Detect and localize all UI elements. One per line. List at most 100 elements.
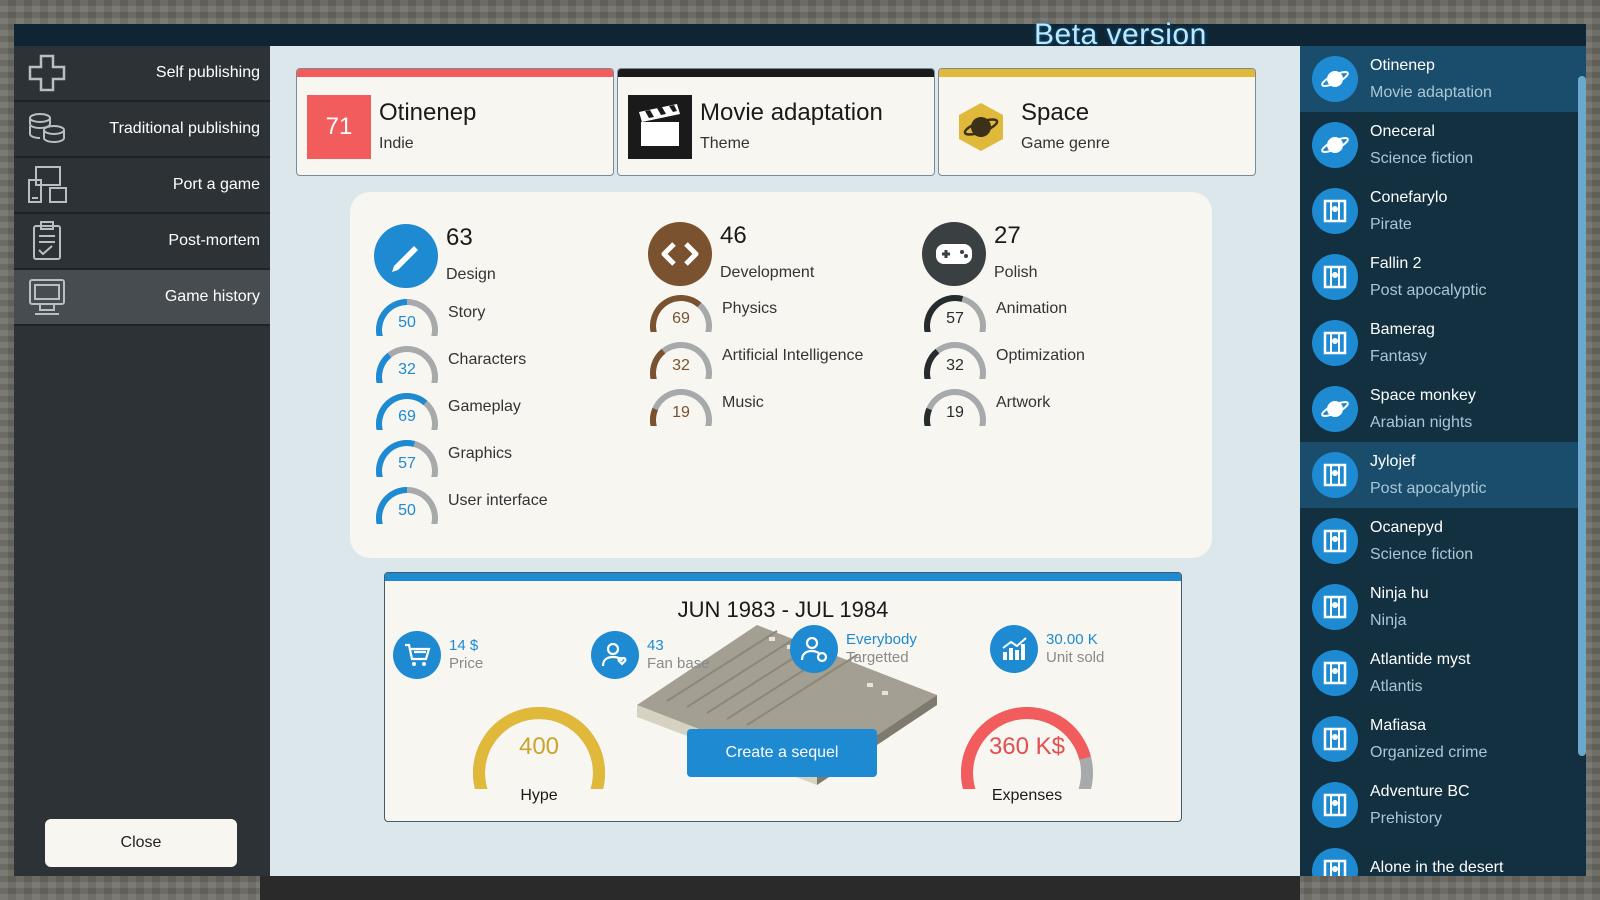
game-name: Space monkey <box>1370 386 1476 404</box>
coins-icon <box>26 108 68 150</box>
polish-value: 27 <box>994 222 1021 249</box>
computer-icon <box>26 276 68 318</box>
skill-label: Artwork <box>996 394 1051 411</box>
game-name: Oneceral <box>1370 122 1435 140</box>
skill-label: Animation <box>996 300 1068 317</box>
close-button[interactable]: Close <box>45 819 237 867</box>
game-list-item[interactable]: Fallin 2 Post apocalyptic <box>1300 244 1586 310</box>
skill-label: Music <box>722 394 764 411</box>
create-sequel-button[interactable]: Create a sequel <box>687 729 877 777</box>
game-name: Atlantide myst <box>1370 650 1471 668</box>
game-list-text: Bamerag Fantasy <box>1370 320 1435 367</box>
game-list-item[interactable]: Mafiasa Organized crime <box>1300 706 1586 772</box>
game-genre: Movie adaptation <box>1370 83 1492 101</box>
game-list-item[interactable]: Jylojef Post apocalyptic <box>1300 442 1586 508</box>
game-list-text: Oneceral Science fiction <box>1370 122 1473 169</box>
game-name: Jylojef <box>1370 452 1416 470</box>
summary-accent-bar <box>385 573 1181 581</box>
game-list-item[interactable]: Otinenep Movie adaptation <box>1300 46 1586 112</box>
map-icon <box>1312 650 1358 696</box>
game-list-text: Ninja hu Ninja <box>1370 584 1429 631</box>
game-genre: Atlantis <box>1370 677 1423 695</box>
sidebar-item-label: Game history <box>164 288 260 305</box>
game-genre: Post apocalyptic <box>1370 281 1487 299</box>
skill-label: Graphics <box>448 445 513 462</box>
score-value: 71 <box>325 113 353 140</box>
sidebar: Self publishing Traditional publishing P… <box>14 46 270 876</box>
score-badge: 71 <box>307 95 371 159</box>
skill-value: 50 <box>398 502 416 519</box>
game-list-text: Ocanepyd Science fiction <box>1370 518 1473 565</box>
game-name: Otinenep <box>1370 56 1435 74</box>
chart-up-icon <box>990 625 1038 673</box>
fan-base-label: Fan base <box>647 655 710 672</box>
map-icon <box>1312 782 1358 828</box>
game-name: Adventure BC <box>1370 782 1470 800</box>
game-list-item[interactable]: Ninja hu Ninja <box>1300 574 1586 640</box>
game-name: Bamerag <box>1370 320 1435 338</box>
map-icon <box>1312 518 1358 564</box>
game-genre: Science fiction <box>1370 545 1474 563</box>
expenses-label: Expenses <box>991 787 1063 804</box>
game-list-text: Otinenep Movie adaptation <box>1370 56 1492 103</box>
units-sold-value: 30.00 K <box>1046 631 1098 648</box>
card-accent-bar <box>297 69 613 77</box>
skill-value: 32 <box>672 357 690 374</box>
development-label: Development <box>720 264 815 281</box>
skill-value: 32 <box>398 361 416 378</box>
target-audience-value: Everybody <box>846 631 917 648</box>
units-sold-label: Unit sold <box>1046 649 1105 666</box>
polish-label: Polish <box>994 264 1038 281</box>
sales-summary: JUN 1983 - JUL 1984 14 $ Price 43 Fan ba… <box>384 572 1182 822</box>
price-label: Price <box>449 655 484 672</box>
map-icon <box>1312 452 1358 498</box>
game-genre: Organized crime <box>1370 743 1488 761</box>
game-list-item[interactable]: Space monkey Arabian nights <box>1300 376 1586 442</box>
card-accent-bar <box>939 69 1255 77</box>
game-history-window: Beta version Self publishing Traditional… <box>14 18 1586 876</box>
game-list-text: Adventure BC Prehistory <box>1370 782 1470 829</box>
game-title: Otinenep <box>379 99 477 126</box>
game-name: Ocanepyd <box>1370 518 1443 536</box>
sidebar-item-port-a-game[interactable]: Port a game <box>14 158 270 214</box>
game-list-text: Space monkey Arabian nights <box>1370 386 1476 433</box>
game-list-item[interactable]: Atlantide myst Atlantis <box>1300 640 1586 706</box>
expenses-gauge: 360 K$ Expenses <box>957 699 1097 809</box>
fan-icon <box>591 631 639 679</box>
game-list-text: Alone in the desert <box>1370 858 1503 877</box>
sidebar-item-game-history[interactable]: Game history <box>14 270 270 326</box>
game-name: Ninja hu <box>1370 584 1429 602</box>
fan-base-value: 43 <box>647 637 664 654</box>
skill-label: Physics <box>722 300 778 317</box>
map-icon <box>1312 716 1358 762</box>
cart-icon <box>393 631 441 679</box>
game-list-scrollbar[interactable] <box>1578 76 1586 756</box>
card-accent-bar <box>618 69 934 77</box>
game-subtitle: Indie <box>379 135 414 152</box>
sidebar-item-self-publishing[interactable]: Self publishing <box>14 46 270 102</box>
sidebar-item-traditional-publishing[interactable]: Traditional publishing <box>14 102 270 158</box>
expenses-value: 360 K$ <box>988 733 1066 760</box>
map-icon <box>1312 848 1358 876</box>
target-audience-icon <box>790 625 838 673</box>
game-list-item[interactable]: Ocanepyd Science fiction <box>1300 508 1586 574</box>
game-history-list: Otinenep Movie adaptation Oneceral Science … <box>1300 46 1586 876</box>
game-list-item[interactable]: Conefarylo Pirate <box>1300 178 1586 244</box>
plus-icon <box>26 52 68 94</box>
hype-label: Hype <box>520 787 558 804</box>
skill-label: Gameplay <box>448 398 521 415</box>
game-name: Conefarylo <box>1370 188 1448 206</box>
genre-card: Space Game genre <box>938 68 1256 176</box>
design-label: Design <box>446 266 496 283</box>
development-value: 46 <box>720 222 747 249</box>
game-list-item[interactable]: Oneceral Science fiction <box>1300 112 1586 178</box>
planet-icon <box>1312 56 1358 102</box>
map-icon <box>1312 584 1358 630</box>
game-list-item[interactable]: Alone in the desert <box>1300 838 1586 876</box>
game-list-item[interactable]: Adventure BC Prehistory <box>1300 772 1586 838</box>
skill-value: 19 <box>946 404 964 421</box>
game-list-text: Mafiasa Organized crime <box>1370 716 1487 763</box>
skill-value: 32 <box>946 357 964 374</box>
sidebar-item-post-mortem[interactable]: Post-mortem <box>14 214 270 270</box>
game-list-item[interactable]: Bamerag Fantasy <box>1300 310 1586 376</box>
